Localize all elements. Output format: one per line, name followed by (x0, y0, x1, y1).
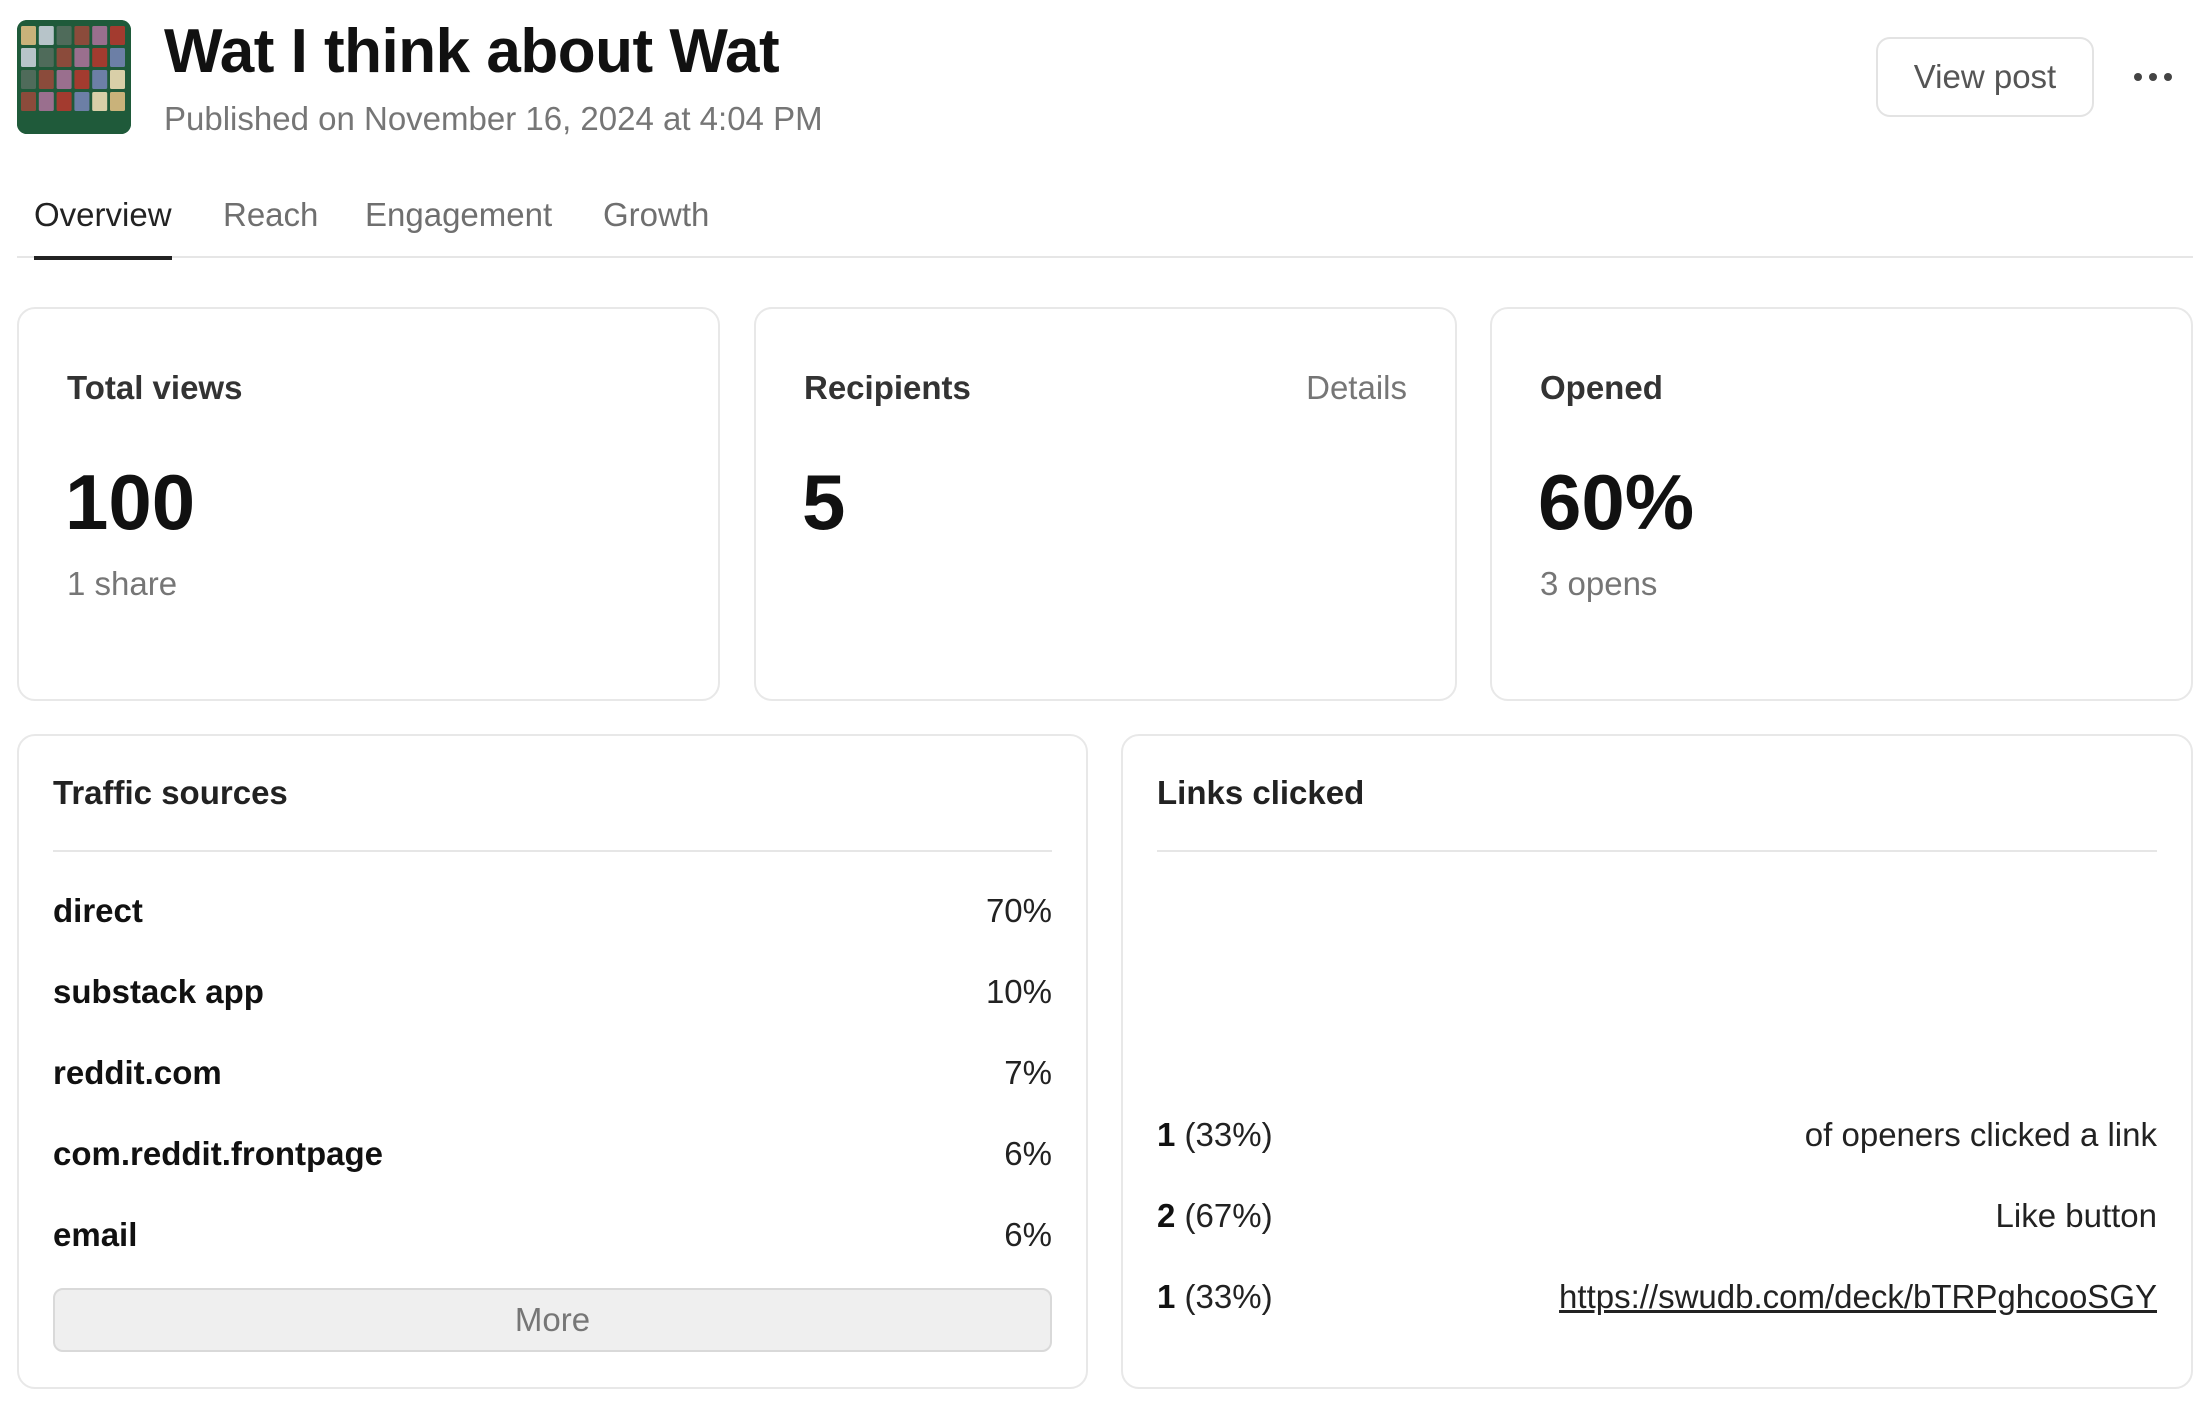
dot (2134, 73, 2142, 81)
stat-value: 100 (65, 458, 196, 546)
thumbnail-tile (110, 26, 125, 45)
count: 1 (1157, 1278, 1176, 1315)
list-item: 1 (33%) of openers clicked a link (1157, 1110, 2157, 1160)
thumbnail-tile (110, 48, 125, 67)
list-item: 1 (33%) https://swudb.com/deck/bTRPghcoo… (1157, 1272, 2157, 1322)
deck-link[interactable]: https://swudb.com/deck/bTRPghcooSGY (1559, 1278, 2157, 1316)
thumbnail-tile (92, 92, 108, 111)
tab-growth[interactable]: Growth (603, 196, 709, 258)
stat-value: 5 (802, 458, 846, 546)
link-label: of openers clicked a link (1804, 1116, 2157, 1153)
thumbnail-tile (92, 70, 108, 89)
click-count: 1 (33%) (1157, 1116, 1273, 1154)
links-clicked-panel: Links clicked 1 (33%) of openers clicked… (1121, 734, 2193, 1389)
tab-bar: Overview Reach Engagement Growth (17, 196, 2193, 260)
thumbnail-tile (110, 92, 125, 111)
thumbnail-tile (38, 26, 54, 45)
thumbnail-image (17, 20, 131, 134)
post-stats-page: Wat I think about Wat Published on Novem… (0, 0, 2206, 1402)
stat-sub: 3 opens (1540, 565, 1658, 602)
source-name: reddit.com (53, 1054, 222, 1091)
dot (2149, 73, 2157, 81)
opened-card: Opened 60% 3 opens (1490, 307, 2193, 701)
source-percent: 7% (1004, 1054, 1052, 1091)
tab-engagement[interactable]: Engagement (365, 196, 552, 258)
thumbnail-tile (38, 48, 54, 67)
stat-value: 60% (1538, 458, 1695, 546)
thumbnail-tile (92, 48, 108, 67)
source-name: com.reddit.frontpage (53, 1135, 384, 1172)
thumbnail-tile (56, 48, 72, 67)
tab-overview[interactable]: Overview (34, 196, 172, 260)
thumbnail-tile (56, 26, 72, 45)
link-label: Like button (1995, 1197, 2157, 1234)
stat-label: Opened (1540, 369, 1663, 406)
ellipsis-icon[interactable] (2120, 52, 2186, 102)
divider (53, 850, 1052, 852)
count-percent: (33%) (1184, 1116, 1273, 1153)
total-views-card: Total views 100 1 share (17, 307, 720, 701)
thumbnail-tile (74, 48, 90, 67)
thumbnail-tile (56, 70, 72, 89)
thumbnail-tile (74, 26, 90, 45)
panel-title: Traffic sources (53, 774, 288, 811)
stat-sub: 1 share (67, 565, 178, 602)
thumbnail-tile (21, 26, 36, 45)
count: 1 (1157, 1116, 1176, 1153)
recipients-card: Recipients Details 5 (754, 307, 1457, 701)
count-percent: (33%) (1184, 1278, 1273, 1315)
panel-title: Links clicked (1157, 774, 1365, 811)
more-button[interactable]: More (53, 1288, 1052, 1352)
details-link[interactable]: Details (1306, 369, 1407, 407)
source-percent: 10% (985, 973, 1052, 1010)
count: 2 (1157, 1197, 1176, 1234)
click-count: 2 (67%) (1157, 1197, 1273, 1235)
list-item: 2 (67%) Like button (1157, 1191, 2157, 1241)
divider (1157, 850, 2157, 852)
thumbnail-tile (21, 92, 36, 111)
post-thumbnail[interactable] (17, 20, 131, 134)
post-title: Wat I think about Wat (164, 17, 780, 86)
source-name: substack app (53, 973, 264, 1010)
table-row: com.reddit.frontpage 6% (53, 1129, 1052, 1179)
traffic-sources-panel: Traffic sources direct 70% substack app … (17, 734, 1088, 1389)
thumbnail-tile (21, 48, 36, 67)
stat-label: Recipients (804, 369, 971, 406)
thumbnail-tile (38, 92, 54, 111)
tab-reach[interactable]: Reach (223, 196, 318, 258)
dot (2164, 73, 2172, 81)
thumbnail-tile (74, 92, 90, 111)
table-row: reddit.com 7% (53, 1048, 1052, 1098)
thumbnail-tile (92, 26, 108, 45)
table-row: direct 70% (53, 886, 1052, 936)
publish-date: Published on November 16, 2024 at 4:04 P… (164, 100, 823, 137)
view-post-button[interactable]: View post (1876, 37, 2094, 117)
thumbnail-tile (21, 70, 36, 89)
thumbnail-tile (56, 92, 72, 111)
source-name: email (53, 1216, 138, 1253)
thumbnail-tile (38, 70, 54, 89)
table-row: email 6% (53, 1210, 1052, 1260)
thumbnail-tile (74, 70, 90, 89)
source-percent: 6% (1004, 1216, 1052, 1253)
source-percent: 70% (985, 892, 1052, 929)
table-row: substack app 10% (53, 967, 1052, 1017)
count-percent: (67%) (1184, 1197, 1273, 1234)
stat-label: Total views (67, 369, 243, 406)
source-percent: 6% (1004, 1135, 1052, 1172)
thumbnail-tile (110, 70, 125, 89)
source-name: direct (53, 892, 143, 929)
click-count: 1 (33%) (1157, 1278, 1273, 1316)
